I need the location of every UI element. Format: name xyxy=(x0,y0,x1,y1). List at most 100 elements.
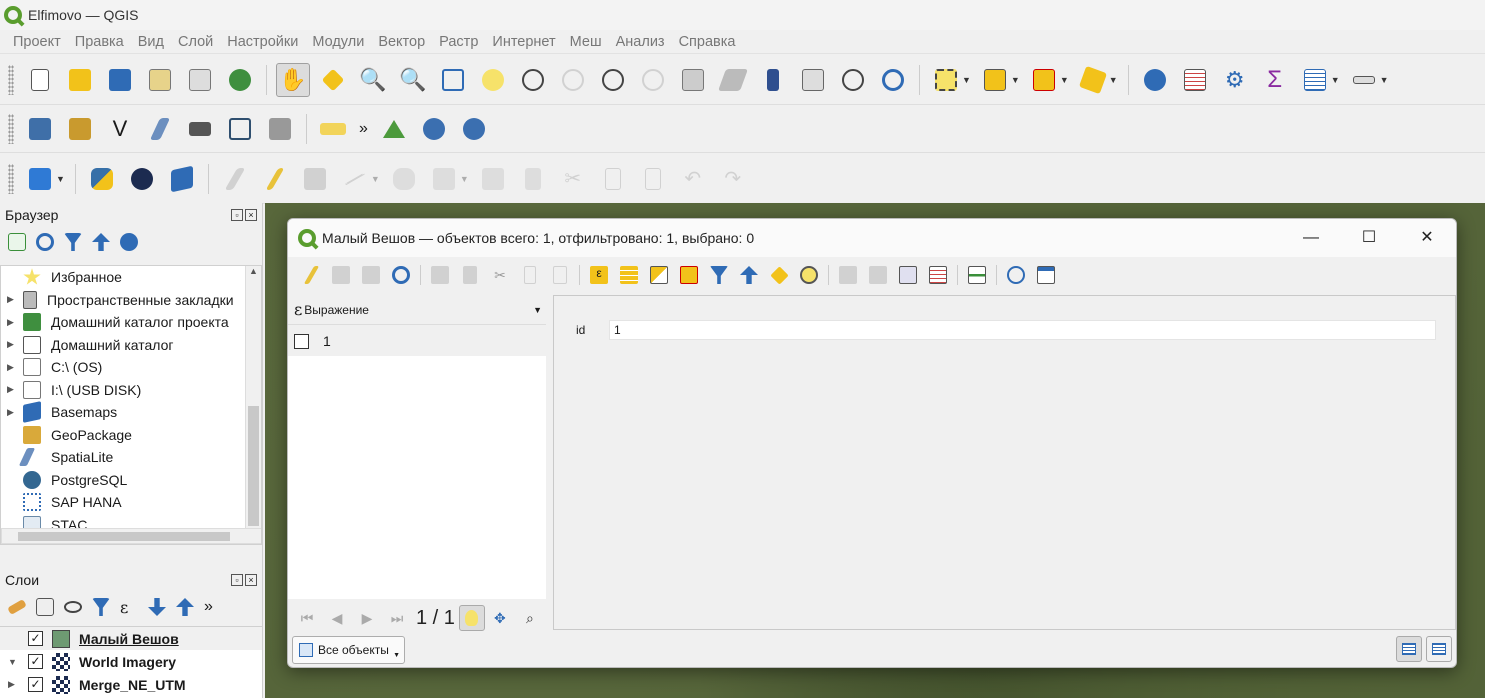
modify-attributes-icon[interactable] xyxy=(476,162,510,196)
select-by-expression-icon[interactable]: ε xyxy=(588,264,610,286)
dock-table-icon[interactable] xyxy=(1035,264,1057,286)
new-temporary-layer-icon[interactable] xyxy=(183,112,217,146)
expand-arrow-icon[interactable]: ▶ xyxy=(7,384,23,395)
menu-project[interactable]: Проект xyxy=(13,34,61,50)
field-value-input[interactable]: 1 xyxy=(609,320,1436,340)
new-mesh-layer-icon[interactable] xyxy=(263,112,297,146)
expand-arrow-icon[interactable]: ▶ xyxy=(8,679,28,690)
zoom-full-icon[interactable] xyxy=(436,63,470,97)
multi-edit-icon[interactable] xyxy=(330,264,352,286)
scrollbar-thumb[interactable] xyxy=(248,406,259,526)
filter-select-icon[interactable] xyxy=(708,264,730,286)
expand-arrow-icon[interactable]: ▶ xyxy=(7,407,23,418)
browser-item-home[interactable]: ▶ Домашний каталог xyxy=(1,334,261,357)
zoom-to-selection-icon[interactable] xyxy=(476,63,510,97)
menu-vector[interactable]: Вектор xyxy=(378,34,425,50)
pan-to-selected-icon[interactable] xyxy=(768,264,790,286)
layer-item-maly-veshov[interactable]: ✓ Малый Вешов xyxy=(0,627,262,650)
browser-item-sap-hana[interactable]: SAP HANA xyxy=(1,491,261,514)
add-wfs-layer-icon[interactable] xyxy=(457,112,491,146)
expand-arrow-icon[interactable]: ▼ xyxy=(8,657,28,667)
current-edits-icon[interactable] xyxy=(218,162,252,196)
float-panel-icon[interactable]: ▫ xyxy=(231,209,243,221)
open-project-icon[interactable] xyxy=(63,63,97,97)
scroll-up-icon[interactable]: ▲ xyxy=(246,266,261,282)
browser-item-favorites[interactable]: Избранное xyxy=(1,266,261,289)
menu-mesh[interactable]: Меш xyxy=(570,34,602,50)
chevron-down-icon[interactable]: ▼ xyxy=(56,174,65,184)
layer-visibility-checkbox[interactable]: ✓ xyxy=(28,654,43,669)
browser-item-spatialite[interactable]: SpatiaLite xyxy=(1,446,261,469)
move-selection-to-top-icon[interactable] xyxy=(738,264,760,286)
browser-item-bookmarks[interactable]: ▶ Пространственные закладки xyxy=(1,289,261,312)
expand-arrow-icon[interactable]: ▶ xyxy=(7,317,23,328)
deselect-features-icon[interactable] xyxy=(1027,63,1061,97)
menu-settings[interactable]: Настройки xyxy=(227,34,298,50)
python-console-icon[interactable] xyxy=(85,162,119,196)
pan-map-icon[interactable]: ✋ xyxy=(276,62,310,97)
browser-item-geopackage[interactable]: GeoPackage xyxy=(1,424,261,447)
show-features-filter-button[interactable]: Все объекты ▼ xyxy=(292,636,405,664)
layer-visibility-checkbox[interactable]: ✓ xyxy=(28,677,43,692)
browser-item-drive-i[interactable]: ▶ I:\ (USB DISK) xyxy=(1,379,261,402)
chevron-down-icon[interactable]: ▼ xyxy=(1331,75,1340,85)
dialog-title-bar[interactable]: Малый Вешов — объектов всего: 1, отфильт… xyxy=(288,219,1456,257)
info-icon[interactable] xyxy=(120,233,138,251)
next-feature-icon[interactable]: ▶ xyxy=(356,607,378,629)
zoom-to-feature-icon[interactable]: ⌕ xyxy=(519,607,541,629)
copy-features-icon[interactable] xyxy=(596,162,630,196)
menu-help[interactable]: Справка xyxy=(679,34,736,50)
quickmapservices-icon[interactable] xyxy=(165,162,199,196)
label-toolbar-icon[interactable] xyxy=(316,112,350,146)
zoom-last-icon[interactable] xyxy=(596,63,630,97)
expression-selector[interactable]: ε Выражение ▼ xyxy=(288,295,546,325)
paste-icon[interactable] xyxy=(549,264,571,286)
delete-selected-icon[interactable] xyxy=(516,162,550,196)
toolbar-grip[interactable] xyxy=(8,64,14,95)
measure-line-icon[interactable] xyxy=(1347,63,1381,97)
toolbar-grip[interactable] xyxy=(8,113,14,144)
menu-analysis[interactable]: Анализ xyxy=(616,34,665,50)
browser-item-project-home[interactable]: ▶ Домашний каталог проекта xyxy=(1,311,261,334)
pan-to-feature-icon[interactable]: ✥ xyxy=(489,607,511,629)
save-project-icon[interactable] xyxy=(103,63,137,97)
topology-checker-icon[interactable] xyxy=(23,162,57,196)
browser-item-postgresql[interactable]: PostgreSQL xyxy=(1,469,261,492)
chevron-down-icon[interactable]: ▼ xyxy=(1011,75,1020,85)
add-group-icon[interactable] xyxy=(36,598,54,616)
style-layer-icon[interactable] xyxy=(7,599,27,615)
show-spatial-bookmarks-icon[interactable] xyxy=(796,63,830,97)
highlight-feature-button[interactable] xyxy=(458,605,485,631)
add-feature-icon[interactable] xyxy=(429,264,451,286)
redo-icon[interactable]: ↷ xyxy=(716,162,750,196)
open-attribute-table-icon[interactable] xyxy=(1178,63,1212,97)
style-manager-icon[interactable] xyxy=(223,63,257,97)
more-tools-chevron[interactable]: » xyxy=(204,598,213,616)
layer-item-world-imagery[interactable]: ▼ ✓ World Imagery xyxy=(0,650,262,673)
expand-arrow-icon[interactable]: ▶ xyxy=(7,294,23,305)
zoom-native-icon[interactable] xyxy=(556,63,590,97)
chevron-down-icon[interactable]: ▼ xyxy=(533,305,542,315)
menu-view[interactable]: Вид xyxy=(138,34,164,50)
processing-toolbox-icon[interactable]: ⚙ xyxy=(1218,63,1252,97)
chevron-down-icon[interactable]: ▼ xyxy=(962,75,971,85)
new-map-view-icon[interactable] xyxy=(676,63,710,97)
refresh-icon[interactable] xyxy=(876,63,910,97)
georeferencer-icon[interactable] xyxy=(377,112,411,146)
filter-icon[interactable] xyxy=(64,233,82,251)
minimize-icon[interactable]: — xyxy=(1282,225,1340,251)
refresh-icon[interactable] xyxy=(36,233,54,251)
attribute-table-icon[interactable] xyxy=(1298,63,1332,97)
chevron-down-icon[interactable]: ▼ xyxy=(460,174,469,184)
zoom-in-icon[interactable]: 🔍 xyxy=(356,63,390,97)
toggle-editing-icon[interactable] xyxy=(258,162,292,196)
select-features-icon[interactable] xyxy=(929,63,963,97)
close-panel-icon[interactable]: × xyxy=(245,209,257,221)
zoom-next-icon[interactable] xyxy=(636,63,670,97)
zoom-to-selected-icon[interactable] xyxy=(798,264,820,286)
data-source-manager-icon[interactable] xyxy=(23,112,57,146)
select-by-location-icon[interactable] xyxy=(1076,63,1110,97)
toolbar-grip[interactable] xyxy=(8,163,14,194)
deselect-all-icon[interactable] xyxy=(678,264,700,286)
menu-web[interactable]: Интернет xyxy=(492,34,555,50)
